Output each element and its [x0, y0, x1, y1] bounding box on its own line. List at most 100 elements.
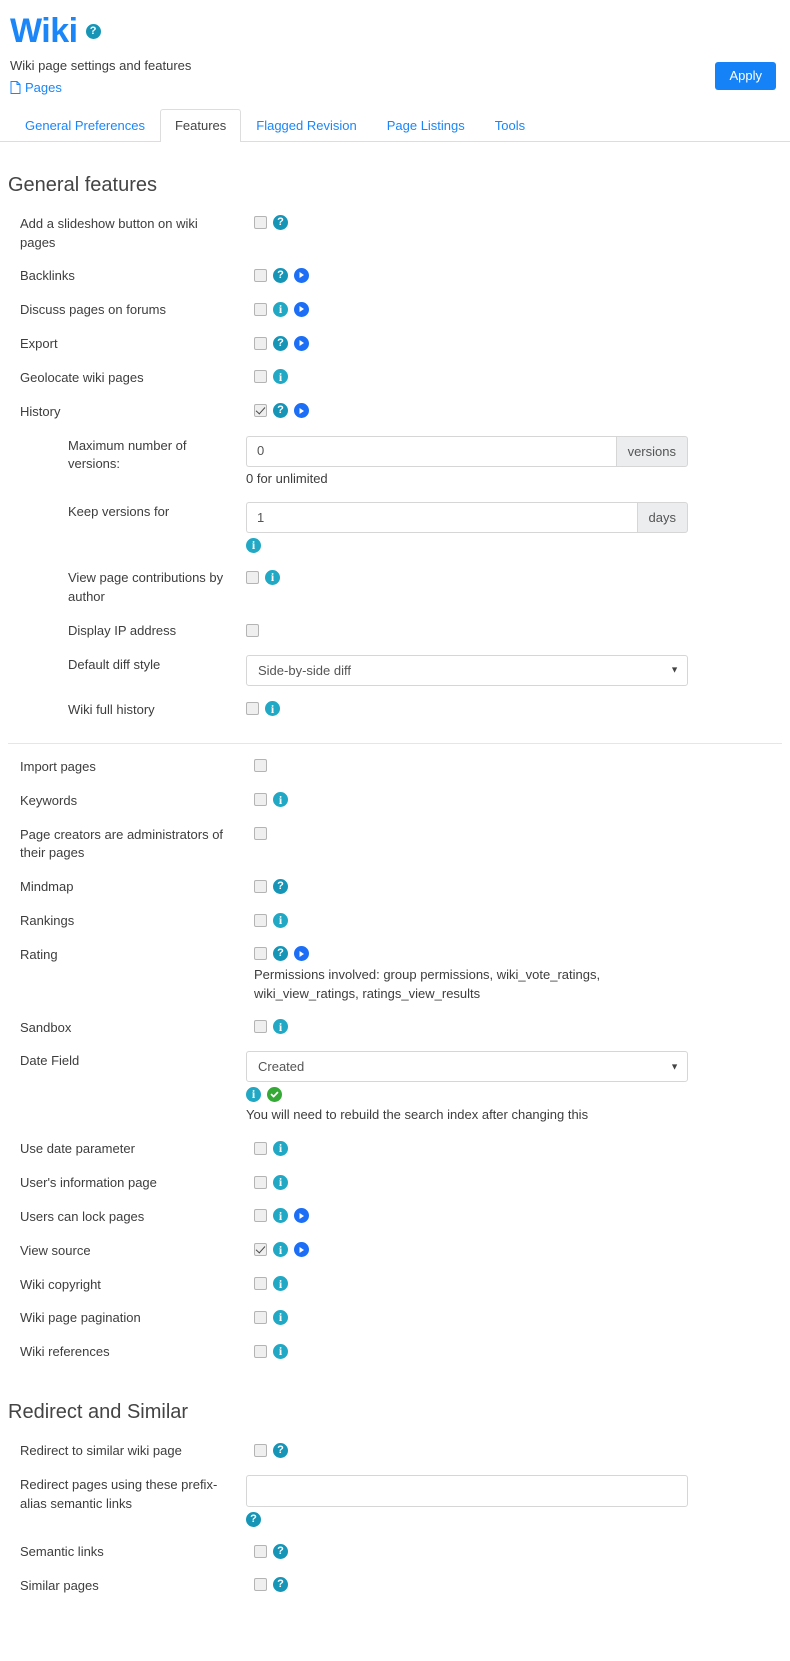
checkbox-page-creators[interactable]	[254, 827, 267, 840]
checkbox-full-history[interactable]	[246, 702, 259, 715]
checkbox-wiki-references[interactable]	[254, 1345, 267, 1358]
info-icon[interactable]: i	[273, 302, 288, 317]
checkbox-slideshow[interactable]	[254, 216, 267, 229]
row-rankings: Rankings i	[0, 904, 790, 938]
info-icon[interactable]: i	[273, 369, 288, 384]
info-icon[interactable]: i	[265, 570, 280, 585]
label-history: History	[0, 402, 246, 422]
control-wiki-pagination: i	[246, 1308, 790, 1326]
control-users-lock-pages: i	[246, 1207, 790, 1225]
checkbox-wiki-copyright[interactable]	[254, 1277, 267, 1290]
row-wiki-copyright: Wiki copyright i	[0, 1268, 790, 1302]
checkbox-view-source[interactable]	[254, 1243, 267, 1256]
checkbox-backlinks[interactable]	[254, 269, 267, 282]
checkbox-contributions[interactable]	[246, 571, 259, 584]
help-icon[interactable]: ?	[273, 879, 288, 894]
prefix-alias-input[interactable]	[246, 1475, 688, 1507]
breadcrumb-label[interactable]: Pages	[25, 80, 62, 95]
info-icon[interactable]: i	[273, 1242, 288, 1257]
checkbox-mindmap[interactable]	[254, 880, 267, 893]
checkbox-import-pages[interactable]	[254, 759, 267, 772]
info-icon[interactable]: i	[273, 1276, 288, 1291]
checkbox-discuss[interactable]	[254, 303, 267, 316]
help-icon[interactable]: ?	[273, 1577, 288, 1592]
title-help-icon[interactable]: ?	[86, 24, 101, 39]
tab-tools[interactable]: Tools	[480, 109, 540, 142]
info-icon[interactable]: i	[273, 1141, 288, 1156]
tab-features[interactable]: Features	[160, 109, 241, 142]
control-line: ?	[254, 402, 790, 420]
checkbox-history[interactable]	[254, 404, 267, 417]
keep-versions-input[interactable]	[246, 502, 637, 533]
checkbox-semantic-links[interactable]	[254, 1545, 267, 1558]
help-icon[interactable]: ?	[273, 268, 288, 283]
checkbox-use-date-parameter[interactable]	[254, 1142, 267, 1155]
info-icon[interactable]: i	[273, 1310, 288, 1325]
play-icon[interactable]	[294, 302, 309, 317]
diff-style-select[interactable]: Side-by-side diff	[246, 655, 688, 686]
apply-button[interactable]: Apply	[715, 62, 776, 90]
play-icon[interactable]	[294, 403, 309, 418]
help-icon[interactable]: ?	[273, 215, 288, 230]
checkbox-rating[interactable]	[254, 947, 267, 960]
label-mindmap: Mindmap	[0, 877, 246, 897]
checkbox-wiki-pagination[interactable]	[254, 1311, 267, 1324]
checkbox-display-ip[interactable]	[246, 624, 259, 637]
keep-versions-addon[interactable]: days	[637, 502, 688, 533]
help-icon[interactable]: ?	[246, 1512, 261, 1527]
help-icon[interactable]: ?	[273, 946, 288, 961]
control-line: ?	[254, 945, 790, 963]
label-page-creators: Page creators are administrators of thei…	[0, 825, 246, 864]
help-icon[interactable]: ?	[273, 1443, 288, 1458]
info-icon[interactable]: i	[273, 1019, 288, 1034]
control-full-history: i	[246, 700, 790, 718]
max-versions-input-group: versions	[246, 436, 688, 467]
checkbox-redirect-similar-page[interactable]	[254, 1444, 267, 1457]
info-icon[interactable]: i	[273, 1175, 288, 1190]
play-icon[interactable]	[294, 268, 309, 283]
info-icon[interactable]: i	[246, 1087, 261, 1102]
row-contributions: View page contributions by author i	[0, 561, 790, 614]
control-wiki-references: i	[246, 1342, 790, 1360]
checkbox-sandbox[interactable]	[254, 1020, 267, 1033]
checkbox-users-lock-pages[interactable]	[254, 1209, 267, 1222]
help-icon[interactable]: ?	[273, 403, 288, 418]
info-icon[interactable]: i	[273, 1344, 288, 1359]
check-icon[interactable]	[267, 1087, 282, 1102]
info-icon[interactable]: i	[265, 701, 280, 716]
play-icon[interactable]	[294, 1208, 309, 1223]
tab-general-preferences[interactable]: General Preferences	[10, 109, 160, 142]
info-icon[interactable]: i	[273, 913, 288, 928]
control-redirect-similar-page: ?	[246, 1441, 790, 1459]
checkbox-keywords[interactable]	[254, 793, 267, 806]
play-icon[interactable]	[294, 1242, 309, 1257]
breadcrumb[interactable]: Pages	[10, 80, 778, 95]
play-icon[interactable]	[294, 946, 309, 961]
max-versions-addon[interactable]: versions	[616, 436, 688, 467]
apply-button-wrap: Apply	[715, 62, 776, 90]
row-history: History ?	[0, 395, 790, 429]
row-diff-style: Default diff style Side-by-side diff ▼	[0, 648, 790, 693]
info-icon[interactable]: i	[246, 538, 261, 553]
info-icon[interactable]: i	[273, 792, 288, 807]
control-backlinks: ?	[246, 266, 790, 284]
checkbox-export[interactable]	[254, 337, 267, 350]
control-line: i	[254, 1342, 790, 1360]
info-icon[interactable]: i	[273, 1208, 288, 1223]
label-rating: Rating	[0, 945, 246, 965]
max-versions-input[interactable]	[246, 436, 616, 467]
date-field-select[interactable]: Created	[246, 1051, 688, 1082]
help-icon[interactable]: ?	[273, 336, 288, 351]
control-line: ?	[254, 266, 790, 284]
checkbox-similar-pages[interactable]	[254, 1578, 267, 1591]
row-wiki-references: Wiki references i	[0, 1335, 790, 1369]
tab-flagged-revision[interactable]: Flagged Revision	[241, 109, 371, 142]
control-diff-style: Side-by-side diff ▼	[246, 655, 790, 686]
checkbox-rankings[interactable]	[254, 914, 267, 927]
tab-page-listings[interactable]: Page Listings	[372, 109, 480, 142]
help-icon[interactable]: ?	[273, 1544, 288, 1559]
checkbox-geolocate[interactable]	[254, 370, 267, 383]
control-line: ?	[254, 334, 790, 352]
checkbox-user-info-page[interactable]	[254, 1176, 267, 1189]
play-icon[interactable]	[294, 336, 309, 351]
